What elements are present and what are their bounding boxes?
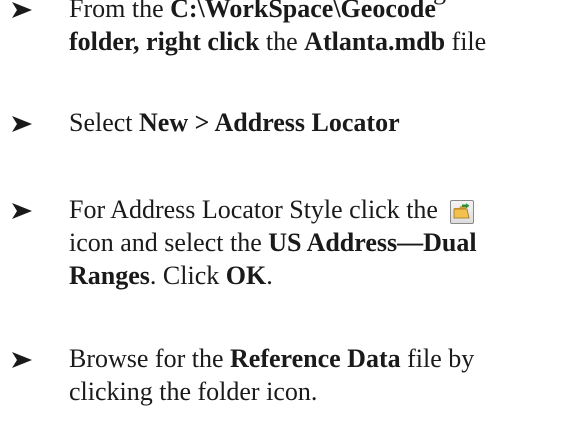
open-folder-icon (450, 200, 475, 224)
step-3-text: For Address Locator Style click the icon… (69, 195, 477, 290)
step-1-text: From the C:\WorkSpace\Geocode folder, ri… (69, 0, 487, 56)
arrow-bullet-icon (10, 342, 36, 375)
step-4-text: Browse for the Reference Data file by cl… (69, 344, 475, 406)
arrow-bullet-icon (10, 0, 36, 25)
arrow-bullet-icon (10, 106, 36, 139)
slide-content: ng From the C:\WorkSpace\Geocode folder,… (0, 0, 566, 430)
arrow-bullet-icon (10, 193, 36, 226)
step-2-text: Select New > Address Locator (69, 108, 400, 137)
